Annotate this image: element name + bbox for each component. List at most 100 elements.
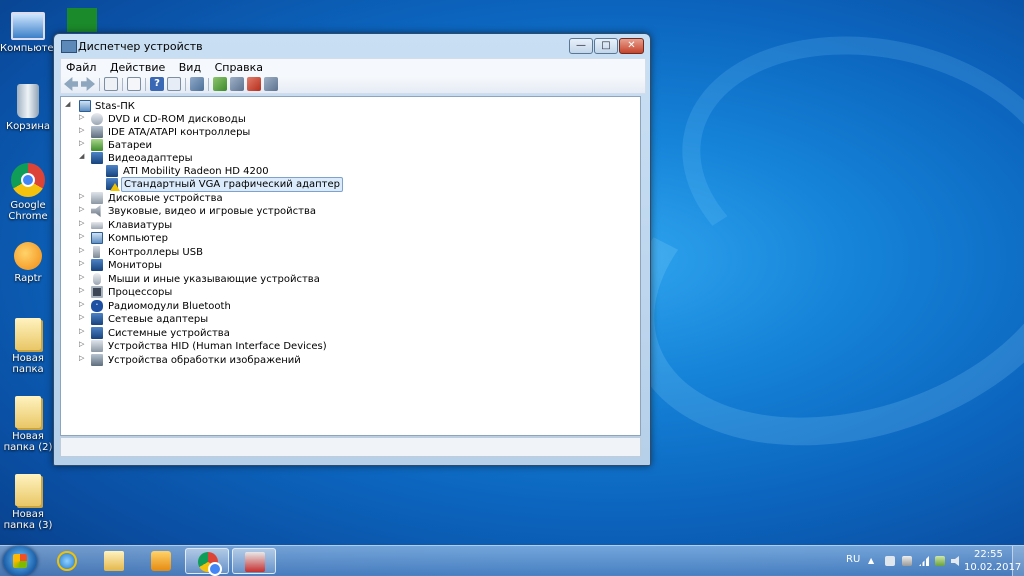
expand-arrow-icon[interactable]: ▷ <box>79 232 85 241</box>
desktop-icon-computer[interactable]: Компьютер <box>0 6 60 54</box>
expand-arrow-icon[interactable]: ▷ <box>79 192 85 201</box>
menu-action[interactable]: Действие <box>105 59 170 76</box>
action-pane-icon[interactable] <box>167 77 181 91</box>
tree-item-label: Мыши и иные указывающие устройства <box>108 274 320 285</box>
expand-arrow-icon[interactable]: ▷ <box>79 327 85 336</box>
tree-item-label: Процессоры <box>108 287 173 298</box>
expand-arrow-icon[interactable]: ▷ <box>79 286 85 295</box>
menu-view[interactable]: Вид <box>174 59 206 76</box>
amd-icon[interactable] <box>67 8 97 32</box>
expand-arrow-icon[interactable]: ▷ <box>79 219 85 228</box>
expand-arrow-icon[interactable]: ▷ <box>79 205 85 214</box>
show-hidden-icons-icon[interactable]: ▲ <box>868 556 878 566</box>
minimize-button[interactable]: — <box>569 38 593 54</box>
collapse-arrow-icon[interactable]: ◢ <box>65 100 71 109</box>
tree-item-label: Звуковые, видео и игровые устройства <box>108 206 317 217</box>
desktop-icon-raptr[interactable]: Raptr <box>0 242 56 284</box>
taskbar-media-player[interactable] <box>139 548 183 574</box>
forward-icon[interactable] <box>81 77 95 91</box>
menu-help[interactable]: Справка <box>210 59 268 76</box>
taskbar-explorer[interactable] <box>92 548 136 574</box>
maximize-button[interactable]: □ <box>594 38 618 54</box>
enable-device-icon[interactable] <box>264 77 278 91</box>
desktop-icon-folder-3[interactable]: Новая папка (3) <box>0 474 56 531</box>
tree-item-label: Батареи <box>108 140 152 151</box>
expand-arrow-icon[interactable]: ▷ <box>79 126 85 135</box>
taskbar-chrome[interactable] <box>185 548 229 576</box>
start-button[interactable] <box>3 546 37 576</box>
volume-icon[interactable] <box>951 556 959 566</box>
device-manager-window: Диспетчер устройств — □ ✕ Файл Действие … <box>53 33 651 466</box>
desktop-icon-folder[interactable]: Новая папка <box>0 318 56 375</box>
monitor-icon <box>91 259 103 271</box>
desktop-icon-label: Google Chrome <box>8 200 48 222</box>
tree-item-label: IDE ATA/ATAPI контроллеры <box>108 127 251 138</box>
expand-arrow-icon[interactable]: ▷ <box>79 340 85 349</box>
help-icon[interactable]: ? <box>150 77 164 91</box>
back-icon[interactable] <box>64 77 78 91</box>
bluetooth-icon: ᛫ <box>91 300 103 312</box>
status-bar <box>60 437 641 457</box>
explorer-folder-icon <box>104 551 124 571</box>
desktop-icon-label: Новая папка <box>12 353 44 375</box>
device-tree[interactable]: ◢ Stas-ПК ▷ DVD и CD-ROM дисководы ▷ IDE… <box>60 96 641 436</box>
computer-icon <box>79 100 91 112</box>
recycle-bin-icon <box>17 84 39 118</box>
tree-item-label: Компьютер <box>108 233 168 244</box>
clock-time[interactable]: 22:55 <box>974 549 1003 560</box>
windows-logo-icon <box>13 554 27 568</box>
tree-item-label: Сетевые адаптеры <box>108 314 209 325</box>
tree-item-label: Устройства обработки изображений <box>108 355 301 366</box>
processor-icon <box>91 286 103 298</box>
close-button[interactable]: ✕ <box>619 38 644 54</box>
properties-icon[interactable] <box>127 77 141 91</box>
ide-controller-icon <box>91 126 103 138</box>
chrome-icon <box>198 552 222 576</box>
desktop-icon-recycle-bin[interactable]: Корзина <box>0 84 56 132</box>
expand-arrow-icon[interactable]: ▷ <box>79 273 85 282</box>
hid-icon <box>91 340 103 352</box>
network-signal-icon[interactable] <box>919 556 929 566</box>
language-indicator[interactable]: RU <box>846 554 860 565</box>
expand-arrow-icon[interactable]: ▷ <box>79 246 85 255</box>
safely-remove-hardware-icon[interactable] <box>902 556 912 566</box>
computer-icon <box>91 232 103 244</box>
folder-icon <box>15 474 41 506</box>
media-player-icon <box>151 551 171 571</box>
expand-arrow-icon[interactable]: ▷ <box>79 354 85 363</box>
desktop-icon-folder-2[interactable]: Новая папка (2) <box>0 396 56 453</box>
warning-icon <box>110 183 120 191</box>
update-driver-icon[interactable] <box>213 77 227 91</box>
show-hide-console-tree-icon[interactable] <box>104 77 118 91</box>
disk-drive-icon <box>91 192 103 204</box>
expand-arrow-icon[interactable]: ▷ <box>79 313 85 322</box>
taskbar-ie[interactable] <box>45 548 89 574</box>
expand-arrow-icon[interactable]: ▷ <box>79 259 85 268</box>
tree-item-label: Мониторы <box>108 260 162 271</box>
mouse-icon <box>93 273 101 285</box>
tree-item-label: Видеоадаптеры <box>108 153 193 164</box>
desktop-icon-label: Новая папка (2) <box>3 431 53 453</box>
flag-notification-icon[interactable] <box>885 556 895 566</box>
chrome-icon <box>11 163 45 197</box>
scan-hardware-icon[interactable] <box>190 77 204 91</box>
dvd-drive-icon <box>91 113 103 125</box>
toolbar-separator <box>145 78 146 91</box>
collapse-arrow-icon[interactable]: ◢ <box>79 152 85 161</box>
battery-tray-icon[interactable] <box>935 556 945 566</box>
desktop-icon-chrome[interactable]: Google Chrome <box>0 163 56 222</box>
computer-icon <box>11 12 45 40</box>
tree-item-label: Радиомодули Bluetooth <box>108 301 231 312</box>
tree-item-label: Системные устройства <box>108 328 230 339</box>
uninstall-device-icon[interactable] <box>247 77 261 91</box>
window-title: Диспетчер устройств <box>78 40 203 53</box>
tree-item-label: DVD и CD-ROM дисководы <box>108 114 246 125</box>
expand-arrow-icon[interactable]: ▷ <box>79 139 85 148</box>
show-desktop-button[interactable] <box>1012 546 1024 576</box>
title-bar[interactable]: Диспетчер устройств — □ ✕ <box>54 34 648 58</box>
taskbar-device-manager[interactable] <box>232 548 276 574</box>
expand-arrow-icon[interactable]: ▷ <box>79 113 85 122</box>
expand-arrow-icon[interactable]: ▷ <box>79 300 85 309</box>
menu-file[interactable]: Файл <box>61 59 101 76</box>
disable-device-icon[interactable] <box>230 77 244 91</box>
